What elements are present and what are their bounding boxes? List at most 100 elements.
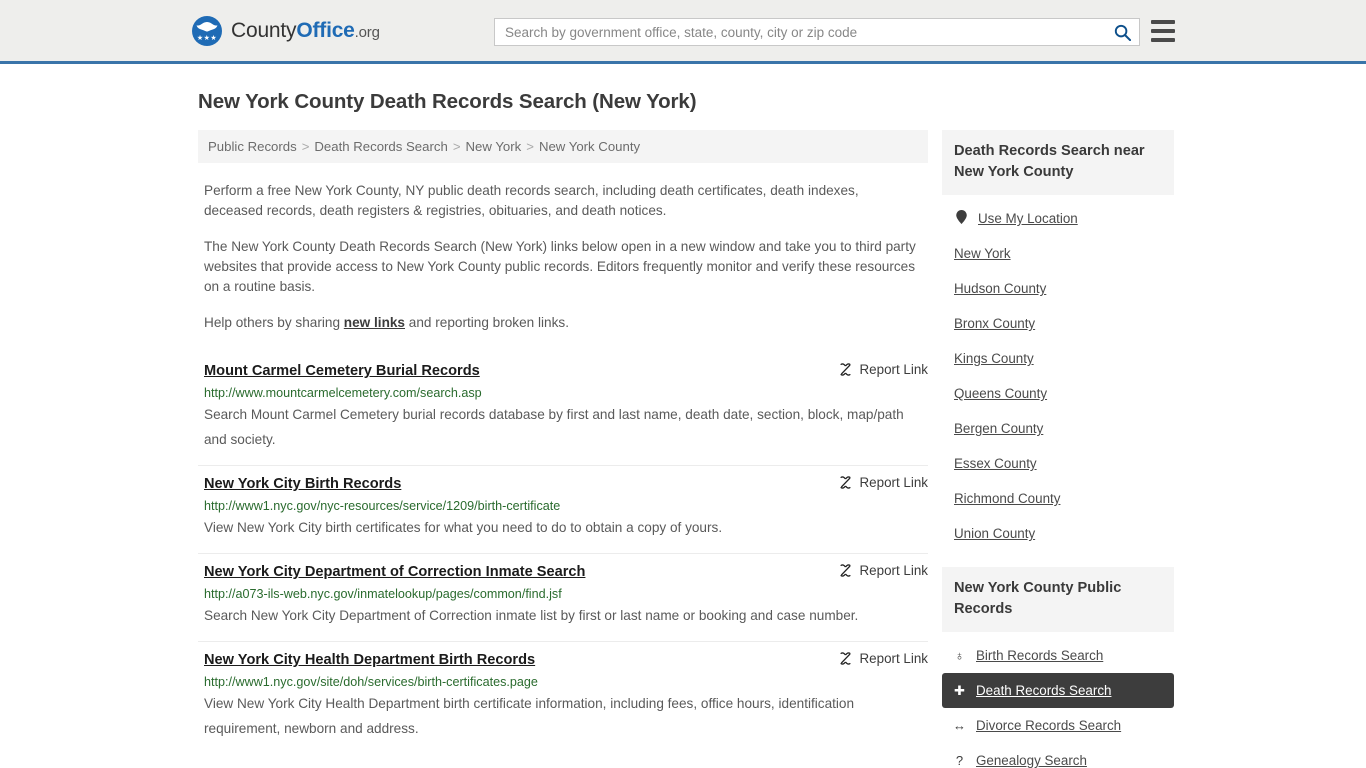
sidebar-item-use-my-location[interactable]: Use My Location — [942, 201, 1174, 236]
nearby-list-item: Union County — [942, 516, 1174, 551]
sidebar-item-essex-county[interactable]: Essex County — [942, 446, 1174, 481]
site-logo-link[interactable]: ★★★ CountyOffice.org — [192, 15, 380, 46]
result-item: New York City Birth Records Report Link ht… — [198, 466, 928, 554]
breadcrumb-item[interactable]: Public Records — [208, 139, 297, 154]
result-header: New York City Health Department Birth Re… — [204, 650, 928, 670]
nearby-searches-heading: Death Records Search near New York Count… — [942, 130, 1174, 195]
nearby-list-item: Queens County — [942, 376, 1174, 411]
breadcrumb: Public Records > Death Records Search > New … — [198, 130, 928, 163]
result-item: New York City Health Department Birth Re… — [198, 642, 928, 754]
sidebar-item-genealogy-search[interactable]: ? Genealogy Search — [942, 743, 1174, 768]
sidebar-item-label: Death Records Search — [976, 683, 1112, 698]
breadcrumb-separator: > — [452, 139, 461, 154]
report-link-button[interactable]: Report Link — [838, 474, 928, 490]
result-url-link[interactable]: http://www1.nyc.gov/site/doh/services/bi… — [204, 674, 928, 690]
breadcrumb-item[interactable]: New York — [466, 139, 522, 154]
sidebar-item-label: Kings County — [954, 351, 1034, 366]
question-mark-icon: ? — [955, 753, 964, 768]
broken-link-icon — [839, 363, 851, 376]
result-item: New York City Department of Correction I… — [198, 554, 928, 642]
sidebar-item-birth-records-search[interactable]: ♁ Birth Records Search — [942, 638, 1174, 673]
sidebar-item-label: Essex County — [954, 456, 1037, 471]
eagle-icon — [196, 21, 218, 32]
page-container: New York County Death Records Search (Ne… — [0, 90, 1366, 768]
nearby-searches-list: Use My Location New York Hudson County Bron… — [942, 201, 1174, 551]
brand-prefix: County — [231, 18, 297, 42]
sidebar-item-label: Birth Records Search — [976, 648, 1104, 663]
sidebar: Death Records Search near New York Count… — [942, 130, 1174, 768]
new-links-link[interactable]: new links — [344, 315, 405, 330]
sidebar-item-hudson-county[interactable]: Hudson County — [942, 271, 1174, 306]
search-button[interactable] — [1105, 19, 1139, 45]
sidebar-item-label: Genealogy Search — [976, 753, 1087, 768]
public-records-heading: New York County Public Records — [942, 567, 1174, 632]
report-link-button[interactable]: Report Link — [838, 562, 928, 578]
report-link-button[interactable]: Report Link — [838, 650, 928, 666]
sidebar-item-new-york[interactable]: New York — [942, 236, 1174, 271]
search-input[interactable] — [495, 19, 1105, 45]
public-records-list-item: ♁ Birth Records Search — [942, 638, 1174, 673]
sidebar-item-bronx-county[interactable]: Bronx County — [942, 306, 1174, 341]
intro-paragraph-3: Help others by sharing new links and rep… — [204, 313, 916, 333]
sidebar-item-queens-county[interactable]: Queens County — [942, 376, 1174, 411]
countyoffice-eagle-logo: ★★★ — [192, 15, 222, 46]
public-records-body: ♁ Birth Records Search ✚ Death Records Sear… — [942, 632, 1174, 768]
result-item: Mount Carmel Cemetery Burial Records Repo… — [198, 353, 928, 466]
breadcrumb-item[interactable]: New York County — [539, 139, 640, 154]
cross-icon: ✚ — [954, 683, 965, 698]
brand-wordmark: CountyOffice.org — [231, 19, 380, 43]
report-link-label: Report Link — [859, 651, 928, 666]
result-url-link[interactable]: http://www.mountcarmelcemetery.com/searc… — [204, 385, 928, 401]
sidebar-item-death-records-search[interactable]: ✚ Death Records Search — [942, 673, 1174, 708]
sidebar-item-label: Richmond County — [954, 491, 1061, 506]
nearby-list-item: Kings County — [942, 341, 1174, 376]
sidebar-item-kings-county[interactable]: Kings County — [942, 341, 1174, 376]
broken-link-icon — [839, 564, 851, 577]
result-title-link[interactable]: Mount Carmel Cemetery Burial Records — [204, 361, 480, 381]
result-description: Search New York City Department of Corre… — [204, 608, 859, 623]
result-url-link[interactable]: http://www1.nyc.gov/nyc-resources/servic… — [204, 498, 928, 514]
report-link-label: Report Link — [859, 475, 928, 490]
broken-link-icon — [839, 476, 851, 489]
intro-paragraph-2: The New York County Death Records Search… — [204, 239, 916, 294]
breadcrumb-separator: > — [301, 139, 310, 154]
nearby-searches-card: Death Records Search near New York Count… — [942, 130, 1174, 553]
search-bar — [494, 18, 1140, 46]
report-link-label: Report Link — [859, 362, 928, 377]
nearby-list-item: Bergen County — [942, 411, 1174, 446]
results-list: Mount Carmel Cemetery Burial Records Repo… — [198, 353, 928, 754]
sidebar-item-richmond-county[interactable]: Richmond County — [942, 481, 1174, 516]
sidebar-item-union-county[interactable]: Union County — [942, 516, 1174, 551]
result-title-link[interactable]: New York City Department of Correction I… — [204, 562, 585, 582]
public-records-card: New York County Public Records ♁ Birth Re… — [942, 567, 1174, 768]
public-records-list-item: ↔ Divorce Records Search — [942, 708, 1174, 743]
search-icon — [1114, 24, 1131, 41]
report-link-label: Report Link — [859, 563, 928, 578]
left-right-arrow-icon: ↔ — [953, 718, 966, 733]
hamburger-menu-icon[interactable] — [1151, 20, 1175, 42]
intro-p3-before: Help others by sharing — [204, 315, 344, 330]
intro-p3-after: and reporting broken links. — [405, 315, 569, 330]
content-columns: Public Records > Death Records Search > New … — [198, 130, 1174, 768]
nearby-list-item: Hudson County — [942, 271, 1174, 306]
result-url-link[interactable]: http://a073-ils-web.nyc.gov/inmatelookup… — [204, 586, 928, 602]
nearby-list-item: Richmond County — [942, 481, 1174, 516]
baby-icon: ♁ — [954, 648, 965, 663]
sidebar-item-bergen-county[interactable]: Bergen County — [942, 411, 1174, 446]
hamburger-bar — [1151, 20, 1175, 24]
sidebar-item-divorce-records-search[interactable]: ↔ Divorce Records Search — [942, 708, 1174, 743]
nearby-list-item: New York — [942, 236, 1174, 271]
breadcrumb-item[interactable]: Death Records Search — [314, 139, 447, 154]
sidebar-item-label: Queens County — [954, 386, 1048, 401]
public-records-list-item: ✚ Death Records Search — [942, 673, 1174, 708]
report-link-button[interactable]: Report Link — [838, 361, 928, 377]
hamburger-bar — [1151, 29, 1175, 33]
result-title-link[interactable]: New York City Birth Records — [204, 474, 401, 494]
nearby-list-item: Essex County — [942, 446, 1174, 481]
result-title-link[interactable]: New York City Health Department Birth Re… — [204, 650, 535, 670]
main-column: Public Records > Death Records Search > New … — [198, 130, 928, 754]
public-records-list-item: ? Genealogy Search — [942, 743, 1174, 768]
sidebar-item-label: Use My Location — [978, 211, 1078, 226]
hamburger-bar — [1151, 38, 1175, 42]
result-description: View New York City birth certificates fo… — [204, 520, 723, 535]
